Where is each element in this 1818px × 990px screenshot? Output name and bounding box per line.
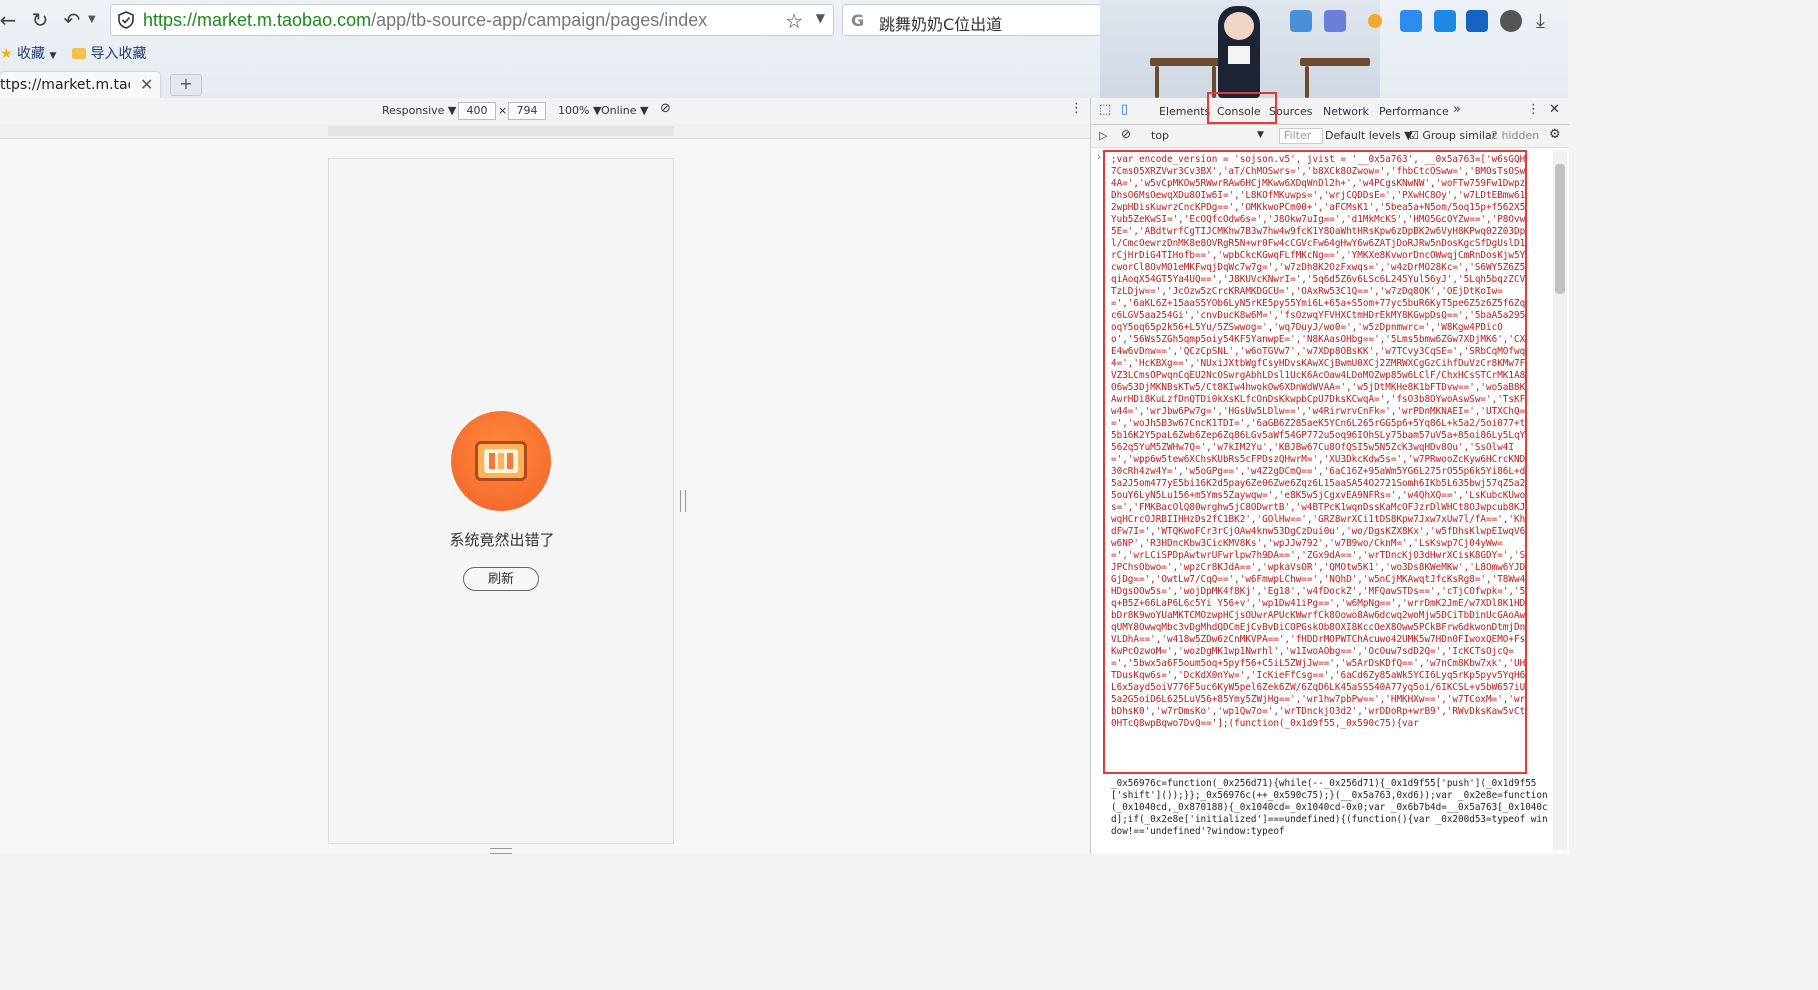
group-similar-label: Group similar — [1422, 129, 1497, 142]
address-dropdown-icon[interactable]: ▼ — [816, 11, 825, 25]
devtools-menu-icon[interactable]: ⋮ — [1527, 102, 1540, 117]
context-label: top — [1151, 129, 1170, 142]
undo-icon[interactable]: ↶ — [60, 8, 84, 32]
tv-bar — [498, 453, 504, 469]
ruler-segment — [328, 126, 674, 136]
desk-shape — [1300, 58, 1370, 66]
filter-input[interactable]: Filter — [1279, 128, 1323, 144]
close-devtools-icon[interactable]: ✕ — [1549, 102, 1560, 117]
rotate-icon[interactable]: ⊘ — [660, 101, 671, 116]
console-settings-icon[interactable]: ⚙ — [1549, 127, 1561, 142]
device-mode-select[interactable]: Responsive ▼ — [382, 104, 456, 117]
bookmark-label: 导入收藏 — [90, 46, 147, 62]
desk-shape — [1150, 58, 1220, 66]
device-toolbar: Responsive ▼ 400 × 794 100% ▼ Online ▼ ⊘… — [0, 98, 1090, 125]
clear-console-icon[interactable]: ⊘ — [1121, 127, 1131, 141]
star-icon: ★ — [0, 46, 13, 62]
tab-performance[interactable]: Performance — [1379, 105, 1449, 118]
back-icon[interactable]: ← — [0, 8, 20, 32]
search-ext-icon[interactable] — [1434, 10, 1456, 32]
extension-icon[interactable] — [1324, 10, 1346, 32]
network-label: Online — [601, 104, 637, 117]
console-tab-highlight — [1207, 92, 1277, 124]
tv-screen — [484, 449, 518, 473]
resize-handle-bottom[interactable] — [490, 848, 512, 854]
url-text: https://market.m.taobao.com/app/tb-sourc… — [143, 10, 707, 31]
tv-error-icon — [451, 411, 551, 511]
new-tab-button[interactable]: + — [170, 74, 202, 96]
scrollbar-thumb[interactable] — [1555, 164, 1565, 294]
hidden-count: 2 hidden — [1491, 129, 1540, 142]
shield-ext-icon[interactable] — [1466, 10, 1488, 32]
devtools-tabbar: ⬚ ▯ Elements Console Sources Network Per… — [1091, 98, 1569, 125]
refresh-button[interactable]: 刷新 — [463, 567, 539, 591]
more-options-icon[interactable]: ⋮ — [1070, 101, 1083, 116]
search-engine-icon[interactable]: G — [851, 11, 864, 30]
zoom-select[interactable]: 100% ▼ — [558, 104, 601, 117]
shield-check-icon — [118, 11, 134, 29]
url-path: /app/tb-source-app/campaign/pages/index — [371, 10, 708, 30]
download-icon[interactable]: ⤓ — [1536, 8, 1545, 32]
desk-leg — [1305, 66, 1309, 98]
device-height-input[interactable]: 794 — [508, 102, 546, 120]
folder-icon — [72, 48, 86, 59]
chevron-down-icon: ▼ — [1257, 130, 1264, 140]
character-face — [1224, 12, 1254, 40]
inspect-element-icon[interactable]: ⬚ — [1099, 102, 1111, 117]
devtools-panel: ⬚ ▯ Elements Console Sources Network Per… — [1090, 92, 1569, 854]
result-arrow-icon: › — [1097, 152, 1101, 163]
bookmark-label: 收藏 — [17, 46, 46, 62]
device-toggle-icon[interactable]: ▯ — [1121, 102, 1128, 117]
tv-bar — [489, 453, 495, 469]
search-query: 跳舞奶奶C位出道 — [879, 15, 1003, 34]
close-tab-icon[interactable]: ✕ — [140, 75, 153, 94]
log-levels-label: Default levels — [1325, 129, 1401, 142]
bookmark-import[interactable]: 导入收藏 — [72, 43, 146, 63]
log-levels-select[interactable]: Default levels ▼ — [1325, 129, 1413, 142]
media-query-ruler — [0, 124, 1090, 139]
bookmark-favorites[interactable]: ★ 收藏 ▼ — [0, 43, 56, 63]
translate-icon[interactable] — [1400, 10, 1422, 32]
resize-handle[interactable] — [680, 490, 686, 512]
url-host: https://market.m.taobao.com — [143, 10, 372, 30]
context-select[interactable]: top — [1151, 129, 1169, 142]
highlighted-code-block: ;var encode_version = 'sojson.v5', jvist… — [1103, 150, 1527, 774]
key-icon[interactable] — [1368, 14, 1382, 28]
tv-icon — [475, 441, 527, 481]
tab-elements[interactable]: Elements — [1159, 105, 1210, 118]
more-tabs-icon[interactable]: » — [1453, 102, 1461, 117]
tv-bar — [507, 453, 513, 469]
chevron-down-icon: ▼ — [49, 51, 57, 61]
console-output-string: ;var encode_version = 'sojson.v5', jvist… — [1111, 154, 1526, 729]
tab-network[interactable]: Network — [1323, 105, 1369, 118]
reload-icon[interactable]: ↻ — [28, 8, 52, 32]
more-menu-icon[interactable] — [1500, 10, 1522, 32]
character-collar — [1228, 46, 1250, 64]
undo-dropdown-icon[interactable]: ▼ — [88, 14, 96, 25]
network-throttle-select[interactable]: Online ▼ — [601, 104, 648, 117]
sidebar-toggle-icon[interactable]: ▷ — [1099, 129, 1107, 142]
desk-leg — [1155, 66, 1159, 98]
dimension-separator: × — [498, 104, 508, 117]
console-toolbar: ▷ ⊘ top ▼ Filter Default levels ▼ ☑ Grou… — [1091, 125, 1569, 148]
error-message: 系统竟然出错了 — [449, 531, 555, 549]
device-width-input[interactable]: 400 — [458, 102, 496, 120]
device-mode-label: Responsive — [382, 104, 445, 117]
console-output-code: _0x56976c=function(_0x256d71){while(--_0… — [1111, 778, 1548, 837]
zoom-label: 100% — [558, 104, 590, 117]
tab-title: ttps://market.m.taob — [0, 77, 130, 93]
group-similar-checkbox[interactable]: ☑ Group similar — [1409, 129, 1496, 142]
browser-tab[interactable]: ttps://market.m.taob ✕ — [0, 72, 160, 98]
device-screen: 系统竟然出错了 刷新 — [328, 158, 674, 844]
bookmark-star-icon[interactable]: ☆ — [785, 9, 803, 33]
extension-icon[interactable] — [1290, 10, 1312, 32]
console-scrollbar[interactable] — [1553, 150, 1567, 850]
address-bar[interactable]: https://market.m.taobao.com/app/tb-sourc… — [110, 4, 834, 36]
